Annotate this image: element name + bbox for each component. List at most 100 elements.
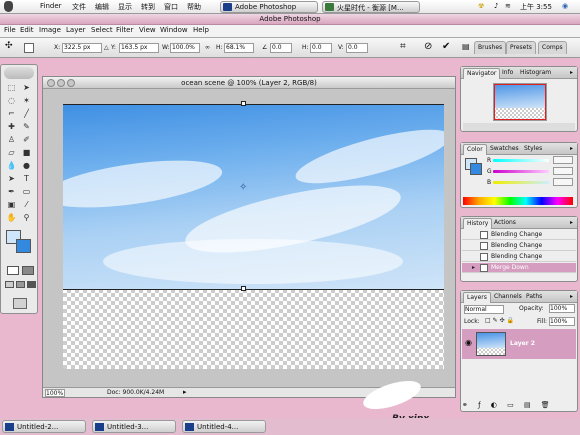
sound-icon[interactable]: ♪ — [494, 2, 498, 10]
b-value[interactable] — [553, 178, 573, 186]
radiation-icon[interactable]: ☢ — [478, 2, 484, 10]
app-tab-photoshop[interactable]: Adobe Photoshop — [220, 1, 318, 13]
navigator-view-box[interactable] — [494, 84, 546, 120]
reference-point-icon[interactable] — [24, 43, 34, 53]
navigator-zoom-slider[interactable] — [463, 123, 575, 131]
cancel-transform-icon[interactable]: ⊘ — [424, 41, 432, 52]
angle-field[interactable]: 0.0 — [270, 43, 292, 53]
wifi-icon[interactable]: ≋ — [505, 2, 511, 10]
panel-menu-icon[interactable]: ▸ — [567, 68, 576, 79]
move-tool-icon[interactable]: ➤ — [20, 82, 33, 93]
menu-edit[interactable]: Edit — [20, 26, 34, 34]
layer-name[interactable]: Layer 2 — [510, 340, 535, 347]
apple-icon[interactable] — [4, 1, 13, 12]
hand-tool-icon[interactable]: ✋ — [5, 212, 18, 223]
transform-center-icon[interactable]: ✧ — [239, 182, 247, 193]
background-color-swatch[interactable] — [16, 239, 31, 253]
dodge-tool-icon[interactable]: ● — [20, 160, 33, 171]
commit-transform-icon[interactable]: ✔ — [442, 41, 450, 52]
quick-mask-icon[interactable] — [22, 266, 34, 275]
marquee-tool-icon[interactable]: ⬚ — [5, 82, 18, 93]
tab-history[interactable]: History — [463, 218, 493, 229]
healing-brush-icon[interactable]: ✚ — [5, 121, 18, 132]
type-tool-icon[interactable]: T — [20, 173, 33, 184]
stamp-tool-icon[interactable]: ♙ — [5, 134, 18, 145]
history-item[interactable]: Blending Change — [462, 241, 576, 251]
close-icon[interactable] — [47, 79, 55, 87]
shape-tool-icon[interactable]: ▭ — [20, 186, 33, 197]
g-value[interactable] — [553, 167, 573, 175]
layer-row-layer2[interactable]: ◉ Layer 2 — [462, 329, 576, 359]
taskbar-item-untitled-2[interactable]: Untitled-2... — [2, 420, 86, 433]
zoom-icon[interactable] — [67, 79, 75, 87]
transform-handle[interactable] — [241, 101, 246, 106]
well-tab-comps[interactable]: Comps — [538, 41, 567, 54]
menu-layer[interactable]: Layer — [66, 26, 86, 34]
tab-styles[interactable]: Styles — [521, 144, 545, 155]
menu-select[interactable]: Select — [91, 26, 113, 34]
doc-size[interactable]: Doc: 900.0K/4.24M — [107, 389, 164, 396]
standard-mode-icon[interactable] — [7, 266, 19, 275]
bg-color-swatch[interactable] — [470, 163, 482, 175]
menu-file[interactable]: File — [4, 26, 16, 34]
tab-paths[interactable]: Paths — [523, 292, 545, 303]
screen-mode-2-icon[interactable] — [16, 281, 25, 288]
link-icon[interactable]: ∞ — [205, 44, 210, 51]
lock-icons[interactable]: □ ✎ ✣ 🔒 — [485, 317, 514, 324]
minimize-icon[interactable] — [57, 79, 65, 87]
well-tab-brushes[interactable]: Brushes — [474, 41, 507, 54]
w-field[interactable]: 100.0% — [170, 43, 200, 53]
tab-histogram[interactable]: Histogram — [517, 68, 554, 79]
slice-tool-icon[interactable]: ╱ — [20, 108, 33, 119]
history-item[interactable]: Blending Change — [462, 252, 576, 262]
zoom-field[interactable]: 100% — [45, 389, 65, 397]
panel-menu-icon[interactable]: ▸ — [567, 144, 576, 155]
gradient-tool-icon[interactable]: ■ — [20, 147, 33, 158]
menu-help-cn[interactable]: 帮助 — [187, 2, 201, 12]
screen-mode-3-icon[interactable] — [27, 281, 36, 288]
pen-tool-icon[interactable]: ✒ — [5, 186, 18, 197]
menu-window[interactable]: Window — [160, 26, 188, 34]
spotlight-icon[interactable]: ◉ — [562, 2, 568, 10]
tab-channels[interactable]: Channels — [491, 292, 525, 303]
menu-view-cn[interactable]: 显示 — [118, 2, 132, 12]
menu-image[interactable]: Image — [39, 26, 61, 34]
panel-menu-icon[interactable]: ▸ — [567, 292, 576, 303]
x-field[interactable]: 322.5 px — [62, 43, 102, 53]
app-tab-other[interactable]: 火星时代 - 衡源 [M... — [322, 1, 420, 13]
move-tool-icon[interactable]: ✣ — [5, 41, 13, 51]
navigator-thumbnail[interactable] — [493, 83, 547, 121]
menu-edit-cn[interactable]: 编辑 — [95, 2, 109, 12]
tab-layers[interactable]: Layers — [463, 292, 491, 303]
y-field[interactable]: 163.5 px — [119, 43, 159, 53]
notes-tool-icon[interactable]: ▣ — [5, 199, 18, 210]
h-field[interactable]: 68.1% — [224, 43, 254, 53]
opacity-field[interactable]: 100% — [549, 304, 575, 313]
status-arrow-icon[interactable]: ▸ — [183, 388, 187, 396]
history-brush-source-icon[interactable]: ▸ — [472, 263, 475, 273]
brush-tool-icon[interactable]: ✎ — [20, 121, 33, 132]
menu-window-cn[interactable]: 窗口 — [164, 2, 178, 12]
menu-help[interactable]: Help — [193, 26, 209, 34]
tab-navigator[interactable]: Navigator — [463, 68, 501, 79]
visibility-eye-icon[interactable]: ◉ — [465, 338, 472, 347]
history-item-active[interactable]: ▸ Merge Down — [462, 263, 576, 273]
well-tab-presets[interactable]: Presets — [506, 41, 536, 54]
history-brush-icon[interactable]: ✐ — [20, 134, 33, 145]
warp-icon[interactable]: ⌗ — [400, 41, 406, 52]
canvas-sky-layer[interactable]: ✧ — [63, 104, 444, 289]
menu-view[interactable]: View — [139, 26, 156, 34]
taskbar-item-untitled-4[interactable]: Untitled-4... — [182, 420, 266, 433]
delta-icon[interactable]: △ — [104, 44, 109, 51]
tab-color[interactable]: Color — [463, 144, 487, 155]
screen-mode-1-icon[interactable] — [5, 281, 14, 288]
color-ramp[interactable] — [463, 197, 573, 205]
history-item[interactable]: Blending Change — [462, 230, 576, 240]
hskew-field[interactable]: 0.0 — [310, 43, 332, 53]
menu-filter[interactable]: Filter — [116, 26, 133, 34]
blur-tool-icon[interactable]: 💧 — [5, 160, 18, 171]
eraser-tool-icon[interactable]: ▱ — [5, 147, 18, 158]
clock[interactable]: 上午 3:55 — [520, 2, 552, 12]
path-select-icon[interactable]: ➤ — [5, 173, 18, 184]
tab-actions[interactable]: Actions — [491, 218, 519, 229]
